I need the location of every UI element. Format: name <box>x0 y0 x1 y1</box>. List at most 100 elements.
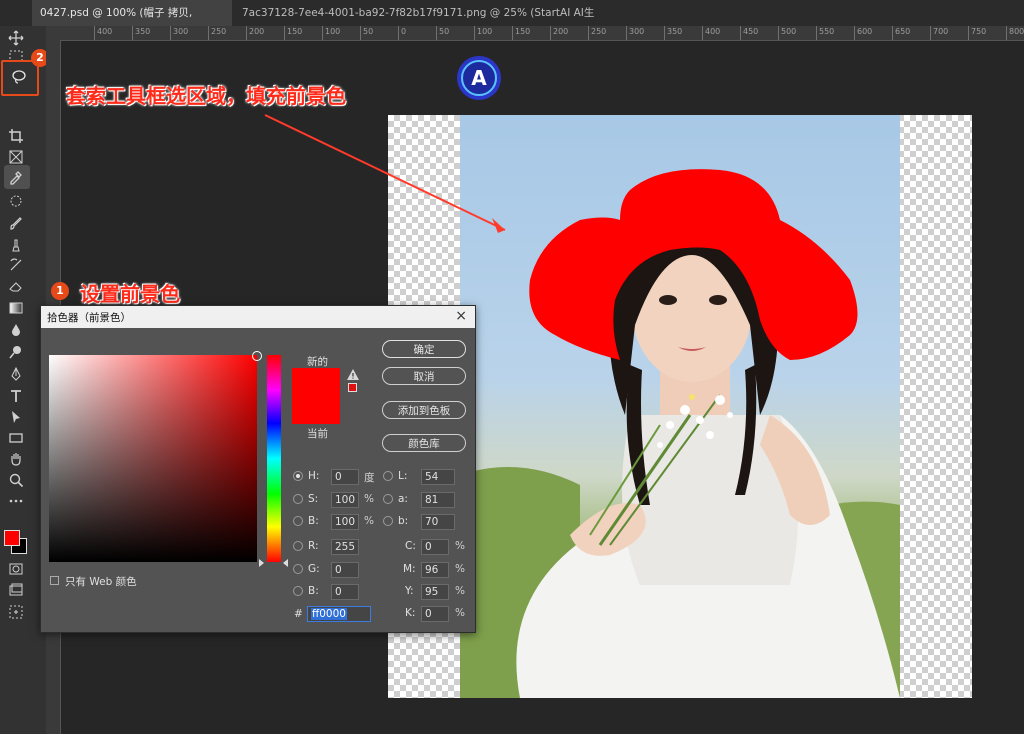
cyan-input[interactable]: 0 <box>421 539 449 555</box>
tab-document-png[interactable]: 7ac37128-7ee4-4001-ba92-7f82b17f9171.png… <box>234 0 614 45</box>
web-colors-only-checkbox[interactable] <box>50 576 59 585</box>
lab-a-input[interactable]: 81 <box>421 492 455 508</box>
ruler-tick-label: 350 <box>132 26 150 40</box>
path-selection-icon[interactable] <box>8 409 24 425</box>
ruler-tick-label: 50 <box>360 26 373 40</box>
red-label: R: <box>308 540 319 552</box>
hue-input[interactable]: 0 <box>331 469 359 485</box>
eraser-tool-icon[interactable] <box>8 278 24 294</box>
gradient-tool-icon[interactable] <box>8 300 24 316</box>
brightness-input[interactable]: 100 <box>331 514 359 530</box>
foreground-color-swatch[interactable] <box>4 530 20 546</box>
hue-unit: 度 <box>364 472 375 484</box>
cyan-unit: % <box>455 540 465 552</box>
lab-l-radio[interactable] <box>383 471 393 481</box>
blue-radio[interactable] <box>293 586 303 596</box>
hand-tool-icon[interactable] <box>8 451 24 467</box>
brush-tool-icon[interactable] <box>8 216 24 232</box>
magenta-input[interactable]: 96 <box>421 562 449 578</box>
ruler-tick-label: 550 <box>816 26 834 40</box>
ruler-tick-label: 200 <box>246 26 264 40</box>
ruler-tick-label: 600 <box>854 26 872 40</box>
saturation-radio[interactable] <box>293 494 303 504</box>
add-to-swatches-button[interactable]: 添加到色板 <box>382 401 466 419</box>
ruler-tick-label: 150 <box>284 26 302 40</box>
out-of-gamut-warning-icon[interactable] <box>347 369 359 380</box>
history-brush-icon[interactable] <box>8 257 24 273</box>
close-icon[interactable]: × <box>455 308 467 324</box>
more-tools-icon[interactable] <box>8 493 24 509</box>
yellow-label: Y: <box>405 585 414 597</box>
current-color-swatch[interactable] <box>292 396 340 424</box>
ruler-tick-label: 200 <box>550 26 568 40</box>
red-radio[interactable] <box>293 541 303 551</box>
saturation-brightness-field[interactable] <box>49 355 257 562</box>
hue-slider-left-arrow[interactable] <box>259 559 264 567</box>
ruler-tick-label: 750 <box>968 26 986 40</box>
ruler-tick-label: 50 <box>436 26 449 40</box>
blue-input[interactable]: 0 <box>331 584 359 600</box>
black-unit: % <box>455 607 465 619</box>
dialog-title-bar: 拾色器（前景色） × <box>41 306 475 328</box>
hue-radio[interactable] <box>293 471 303 481</box>
frame-tool-icon[interactable] <box>8 149 24 165</box>
ruler-tick-label: 800 <box>1006 26 1024 40</box>
black-label: K: <box>405 607 416 619</box>
hex-value: ff0000 <box>311 608 347 620</box>
red-input[interactable]: 255 <box>331 539 359 555</box>
zoom-tool-icon[interactable] <box>8 472 24 488</box>
lab-l-input[interactable]: 54 <box>421 469 455 485</box>
ruler-tick-label: 450 <box>740 26 758 40</box>
type-tool-icon[interactable] <box>8 388 24 404</box>
current-color-label: 当前 <box>307 428 328 440</box>
saturation-input[interactable]: 100 <box>331 492 359 508</box>
hex-input[interactable]: ff0000 <box>307 606 371 622</box>
web-colors-only-label: 只有 Web 颜色 <box>65 576 137 588</box>
lasso-tool-icon[interactable] <box>11 69 27 85</box>
cancel-button[interactable]: 取消 <box>382 367 466 385</box>
hue-slider[interactable] <box>267 355 281 562</box>
logo-letter: A <box>471 66 487 90</box>
startai-logo: A <box>457 56 501 100</box>
color-libraries-button[interactable]: 颜色库 <box>382 434 466 452</box>
dialog-title: 拾色器（前景色） <box>47 312 131 324</box>
green-input[interactable]: 0 <box>331 562 359 578</box>
clone-stamp-icon[interactable] <box>8 237 24 253</box>
rectangle-tool-icon[interactable] <box>8 430 24 446</box>
quick-mask-icon[interactable] <box>8 561 24 577</box>
ok-button[interactable]: 确定 <box>382 340 466 358</box>
brightness-radio[interactable] <box>293 516 303 526</box>
screen-mode-icon[interactable] <box>8 582 24 598</box>
color-cursor[interactable] <box>252 351 262 361</box>
blue-label: B: <box>308 585 319 597</box>
ruler-tick-label: 300 <box>626 26 644 40</box>
lab-l-label: L: <box>398 470 408 482</box>
lab-a-label: a: <box>398 493 408 505</box>
crop-tool-icon[interactable] <box>8 128 24 144</box>
green-label: G: <box>308 563 320 575</box>
ruler-tick-label: 400 <box>702 26 720 40</box>
yellow-input[interactable]: 95 <box>421 584 449 600</box>
ruler-tick-label: 150 <box>512 26 530 40</box>
healing-brush-icon[interactable] <box>8 193 24 209</box>
pen-tool-icon[interactable] <box>8 366 24 382</box>
cyan-label: C: <box>405 540 416 552</box>
ai-generate-icon[interactable] <box>8 604 24 620</box>
black-input[interactable]: 0 <box>421 606 449 622</box>
dodge-tool-icon[interactable] <box>8 344 24 360</box>
eyedropper-tool-icon[interactable] <box>8 169 24 185</box>
yellow-unit: % <box>455 585 465 597</box>
tab-document-psd[interactable]: 0427.psd @ 100% (帽子 拷贝, RGB/8#) *× <box>32 0 232 45</box>
ruler-tick-label: 500 <box>778 26 796 40</box>
green-radio[interactable] <box>293 564 303 574</box>
hue-slider-right-arrow[interactable] <box>283 559 288 567</box>
move-tool-icon[interactable] <box>8 30 24 46</box>
hex-label: # <box>294 608 303 620</box>
ruler-tick-label: 650 <box>892 26 910 40</box>
ruler-tick-label: 700 <box>930 26 948 40</box>
blur-tool-icon[interactable] <box>8 322 24 338</box>
lab-a-radio[interactable] <box>383 494 393 504</box>
lab-b-radio[interactable] <box>383 516 393 526</box>
gamut-color-swatch[interactable] <box>348 383 357 392</box>
lab-b-input[interactable]: 70 <box>421 514 455 530</box>
